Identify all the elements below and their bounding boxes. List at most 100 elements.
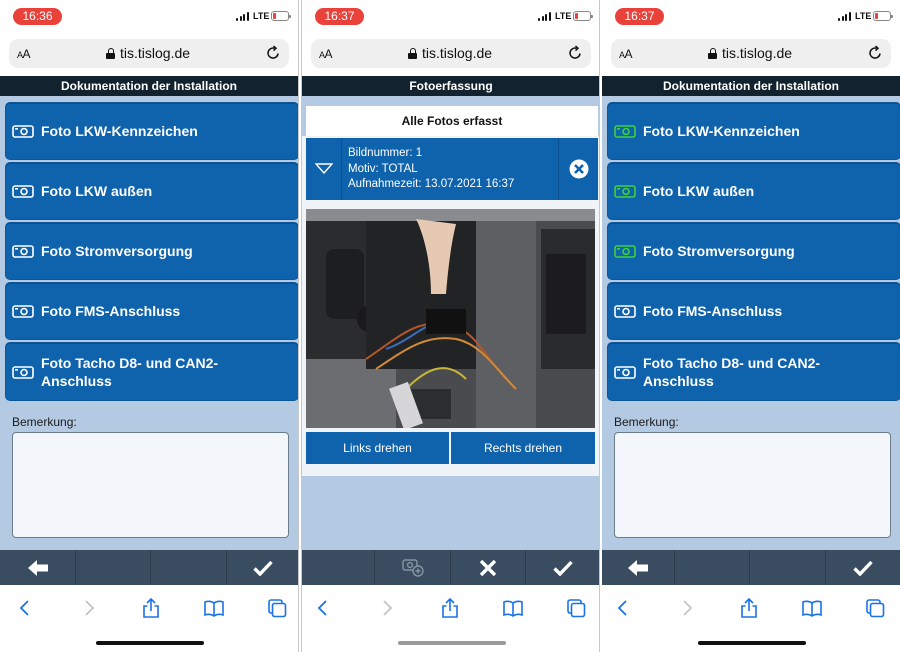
camera-icon	[12, 365, 34, 379]
confirm-button[interactable]	[526, 550, 600, 585]
share-icon[interactable]	[439, 597, 461, 619]
remark-textarea[interactable]	[12, 432, 289, 538]
photo-button-label: Foto LKW außen	[643, 183, 755, 199]
remark-label: Bemerkung:	[12, 415, 77, 429]
lock-icon	[408, 48, 417, 59]
cancel-button[interactable]	[451, 550, 526, 585]
lock-icon	[106, 48, 115, 59]
toolbar-empty-slot	[675, 550, 750, 585]
photo-button-label: Foto LKW-Kennzeichen	[643, 123, 800, 139]
camera-done-icon	[614, 125, 636, 138]
url-text[interactable]: tis.tislog.de	[722, 45, 792, 61]
reload-icon[interactable]	[265, 45, 281, 61]
photo-button-power-supply[interactable]: Foto Stromversorgung	[6, 223, 298, 279]
url-text[interactable]: tis.tislog.de	[120, 45, 190, 61]
home-indicator	[698, 641, 806, 645]
back-chevron-icon[interactable]	[312, 597, 334, 619]
safari-toolbar	[0, 585, 298, 652]
back-button[interactable]	[0, 550, 76, 585]
checkmark-icon	[553, 560, 573, 576]
camera-icon	[12, 305, 34, 318]
camera-icon	[614, 305, 636, 318]
photo-button-truck-outside[interactable]: Foto LKW außen	[608, 163, 900, 219]
camera-done-icon	[614, 245, 636, 258]
photo-button-tacho[interactable]: Foto Tacho D8- und CAN2- Anschluss	[608, 343, 900, 400]
remark-textarea[interactable]	[614, 432, 891, 538]
share-icon[interactable]	[140, 597, 162, 619]
forward-chevron-icon[interactable]	[78, 597, 100, 619]
camera-icon	[12, 245, 34, 258]
expand-toggle[interactable]	[306, 138, 342, 200]
battery-icon	[873, 11, 893, 21]
remark-label: Bemerkung:	[614, 415, 679, 429]
confirm-button[interactable]	[826, 550, 900, 585]
forward-chevron-icon[interactable]	[676, 597, 698, 619]
add-photo-button[interactable]	[375, 550, 451, 585]
status-time: 16:36	[13, 8, 62, 25]
delete-photo-button[interactable]	[558, 138, 598, 200]
confirm-button[interactable]	[227, 550, 298, 585]
tabs-icon[interactable]	[266, 597, 288, 619]
status-bar: 16:36 LTE	[0, 0, 298, 34]
back-arrow-icon	[27, 559, 48, 576]
checkmark-icon	[252, 560, 273, 576]
content-area: Foto LKW-Kennzeichen Foto LKW außen Foto…	[602, 96, 900, 550]
photo-info-text: Bildnummer: 1 Motiv: TOTAL Aufnahmezeit:…	[348, 146, 514, 193]
reload-icon[interactable]	[867, 45, 883, 61]
text-size-button[interactable]: AA	[319, 47, 333, 61]
screen-documentation-before: 16:36 LTE AA tis.tislog.de Dokumentation…	[0, 0, 298, 652]
status-bar: 16:37 LTE	[302, 0, 600, 34]
page-title: Dokumentation der Installation	[0, 76, 298, 96]
captured-photo[interactable]	[306, 209, 595, 428]
rotate-right-button[interactable]: Rechts drehen	[451, 432, 595, 464]
rotate-left-button[interactable]: Links drehen	[306, 432, 449, 464]
lock-icon	[708, 48, 717, 59]
address-bar[interactable]: AA tis.tislog.de	[611, 39, 891, 68]
back-chevron-icon[interactable]	[612, 597, 634, 619]
tabs-icon[interactable]	[565, 597, 587, 619]
text-size-button[interactable]: AA	[17, 47, 31, 61]
bookmarks-icon[interactable]	[502, 597, 524, 619]
bookmarks-icon[interactable]	[801, 597, 823, 619]
network-type: LTE	[253, 11, 270, 21]
signal-icon	[538, 12, 551, 21]
network-type: LTE	[855, 11, 872, 21]
tabs-icon[interactable]	[864, 597, 886, 619]
photo-button-label: Foto Tacho D8- und CAN2- Anschluss	[643, 354, 821, 389]
toolbar-empty-slot	[750, 550, 826, 585]
photo-button-license-plate[interactable]: Foto LKW-Kennzeichen	[6, 103, 298, 159]
camera-icon	[614, 365, 636, 379]
photo-image	[306, 209, 595, 428]
safari-toolbar	[602, 585, 900, 652]
back-chevron-icon[interactable]	[14, 597, 36, 619]
photo-button-label: Foto Stromversorgung	[643, 243, 795, 259]
address-bar[interactable]: AA tis.tislog.de	[311, 39, 591, 68]
photo-info-bar: Bildnummer: 1 Motiv: TOTAL Aufnahmezeit:…	[306, 138, 598, 200]
close-circle-icon	[569, 159, 589, 179]
toolbar-empty-slot	[151, 550, 227, 585]
text-size-button[interactable]: AA	[619, 47, 633, 61]
share-icon[interactable]	[738, 597, 760, 619]
reload-icon[interactable]	[567, 45, 583, 61]
address-bar[interactable]: AA tis.tislog.de	[9, 39, 289, 68]
photo-button-license-plate[interactable]: Foto LKW-Kennzeichen	[608, 103, 900, 159]
photo-button-fms-connection[interactable]: Foto FMS-Anschluss	[608, 283, 900, 339]
forward-chevron-icon[interactable]	[376, 597, 398, 619]
signal-icon	[838, 12, 851, 21]
camera-icon	[12, 185, 34, 198]
photo-button-fms-connection[interactable]: Foto FMS-Anschluss	[6, 283, 298, 339]
back-button[interactable]	[602, 550, 675, 585]
photo-button-tacho[interactable]: Foto Tacho D8- und CAN2- Anschluss	[6, 343, 298, 400]
photo-button-label: Foto Tacho D8- und CAN2- Anschluss	[41, 354, 219, 389]
app-toolbar	[302, 550, 600, 585]
bookmarks-icon[interactable]	[203, 597, 225, 619]
photo-button-power-supply[interactable]: Foto Stromversorgung	[608, 223, 900, 279]
add-photo-icon	[401, 558, 424, 577]
checkmark-icon	[853, 560, 873, 576]
url-text[interactable]: tis.tislog.de	[422, 45, 492, 61]
home-indicator	[398, 641, 506, 645]
photo-button-truck-outside[interactable]: Foto LKW außen	[6, 163, 298, 219]
status-bar: 16:37 LTE	[602, 0, 900, 34]
triangle-down-icon	[315, 163, 333, 174]
status-time: 16:37	[615, 8, 664, 25]
